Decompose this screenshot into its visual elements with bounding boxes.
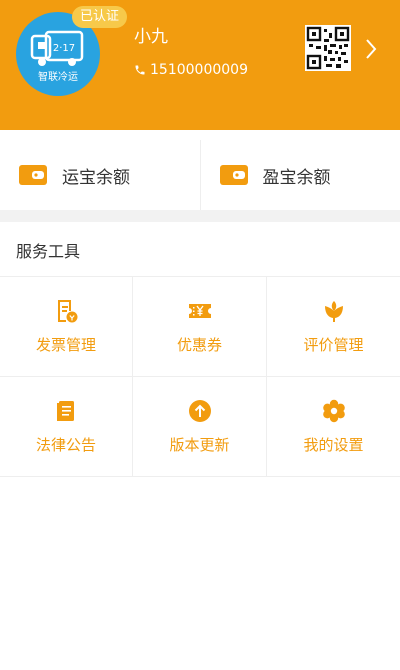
balance-row: 运宝余额 盈宝余额 <box>0 140 400 210</box>
tool-label: 版本更新 <box>169 436 230 454</box>
svg-text:2·17: 2·17 <box>53 43 75 54</box>
balance-label: 盈宝余额 <box>262 167 331 188</box>
username: 小九 <box>134 27 168 47</box>
yunbao-balance-button[interactable]: 运宝余额 <box>0 140 200 210</box>
services-grid: 发票管理 优惠券 评价管理 法律公告 版本更新 我的设置 <box>0 277 400 477</box>
profile-header[interactable]: 2·17 智联冷运 已认证 小九 15100000009 <box>0 0 400 130</box>
settings-icon <box>322 399 345 423</box>
invoice-icon <box>58 300 78 323</box>
tool-label: 我的设置 <box>303 436 364 454</box>
tool-label: 评价管理 <box>303 336 364 354</box>
qr-code-icon[interactable] <box>305 25 351 71</box>
wallet-icon <box>219 165 248 185</box>
phone-icon <box>135 65 145 75</box>
yingbao-balance-button[interactable]: 盈宝余额 <box>199 140 400 210</box>
coupon-button[interactable]: 优惠券 <box>133 277 267 377</box>
phone-text: 15100000009 <box>150 62 248 78</box>
wallet-icon <box>19 165 47 185</box>
flower-icon <box>324 301 343 322</box>
my-settings-button[interactable]: 我的设置 <box>267 377 400 477</box>
balance-label: 运宝余额 <box>62 167 130 188</box>
phone-number: 15100000009 <box>134 62 248 78</box>
document-icon <box>57 401 74 421</box>
section-divider <box>0 210 400 222</box>
svg-text:智联冷运: 智联冷运 <box>38 70 78 83</box>
version-update-button[interactable]: 版本更新 <box>133 377 267 477</box>
chevron-right-icon[interactable] <box>364 38 378 60</box>
tool-label: 优惠券 <box>176 336 222 354</box>
invoice-management-button[interactable]: 发票管理 <box>0 277 133 377</box>
tool-label: 法律公告 <box>35 436 96 454</box>
services-title: 服务工具 <box>16 242 81 261</box>
legal-notice-button[interactable]: 法律公告 <box>0 377 133 477</box>
verified-badge: 已认证 <box>72 6 128 28</box>
tool-label: 发票管理 <box>35 336 96 354</box>
upload-arrow-icon <box>188 400 211 422</box>
review-management-button[interactable]: 评价管理 <box>267 277 400 377</box>
coupon-icon <box>188 304 211 318</box>
